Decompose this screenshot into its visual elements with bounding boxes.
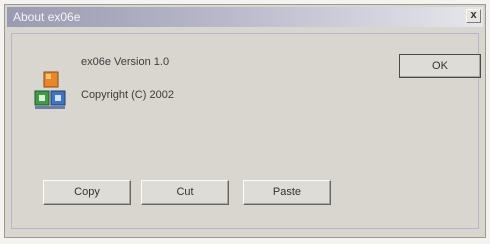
copy-button[interactable]: Copy — [43, 180, 131, 205]
title-bar[interactable]: About ex06e x — [7, 7, 483, 27]
application-icon — [34, 71, 66, 109]
cut-button[interactable]: Cut — [141, 180, 229, 205]
ok-button[interactable]: OK — [399, 54, 481, 78]
about-dialog: About ex06e x ex06e Version 1.0 Copyrigh… — [4, 4, 486, 238]
version-text: ex06e Version 1.0 — [81, 56, 170, 68]
close-icon[interactable]: x — [466, 9, 481, 23]
paste-button[interactable]: Paste — [243, 180, 331, 205]
copyright-text: Copyright (C) 2002 — [81, 89, 174, 101]
window-title: About ex06e — [13, 10, 81, 24]
